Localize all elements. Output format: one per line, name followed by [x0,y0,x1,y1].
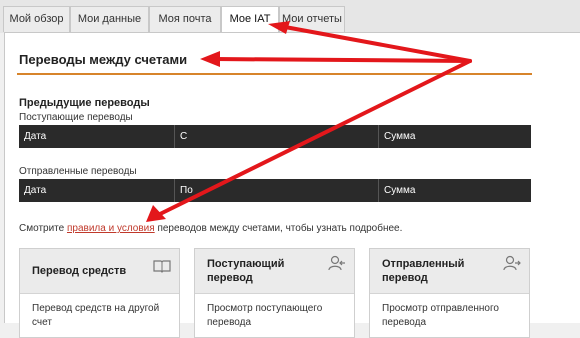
card-description: Перевод средств на другой счет [32,303,160,328]
content-panel: Переводы между счетами Предыдущие перево… [4,32,580,338]
card-transfer-funds[interactable]: Перевод средств Перевод средств на друго… [19,248,180,338]
column-date[interactable]: Дата [19,179,174,202]
card-header: Поступающий перевод [195,249,354,294]
card-incoming-transfer[interactable]: Поступающий перевод Просмотр поступающег… [194,248,355,338]
terms-link[interactable]: правила и условия [67,223,155,234]
tab-my-data[interactable]: Мои данные [70,6,149,32]
card-description: Просмотр поступающего перевода [207,303,323,328]
previous-transfers-heading: Предыдущие переводы [19,97,150,109]
book-icon [153,259,171,276]
card-description: Просмотр отправленного перевода [382,303,499,328]
outgoing-transfers-label: Отправленные переводы [19,166,137,177]
terms-note-prefix: Смотрите [19,223,67,234]
tab-overview[interactable]: Мой обзор [3,6,70,32]
page-title: Переводы между счетами [19,52,188,67]
column-amount[interactable]: Сумма [378,125,531,148]
card-title: Перевод средств [32,265,127,277]
column-amount[interactable]: Сумма [378,179,531,202]
tab-my-iat[interactable]: Мое IAT [221,6,279,34]
card-header: Перевод средств [20,249,179,294]
terms-note-suffix: переводов между счетами, чтобы узнать по… [154,223,403,234]
title-divider [17,73,532,75]
terms-note: Смотрите правила и условия переводов меж… [19,223,402,234]
tab-my-reports[interactable]: Мои отчеты [279,6,345,32]
column-date[interactable]: Дата [19,125,174,148]
tab-my-mail[interactable]: Моя почта [149,6,221,32]
tab-bar: Мой обзор Мои данные Моя почта Мое IAT М… [0,0,580,34]
card-header: Отправленный перевод [370,249,529,294]
card-title: Поступающий перевод [207,258,285,284]
incoming-table-header: Дата С Сумма [19,125,531,148]
column-to[interactable]: По [174,179,378,202]
user-incoming-icon [328,255,346,274]
card-title: Отправленный перевод [382,258,465,284]
incoming-transfers-label: Поступающие переводы [19,112,133,123]
user-outgoing-icon [503,255,521,274]
card-outgoing-transfer[interactable]: Отправленный перевод Просмотр отправленн… [369,248,530,338]
column-from[interactable]: С [174,125,378,148]
outgoing-table-header: Дата По Сумма [19,179,531,202]
